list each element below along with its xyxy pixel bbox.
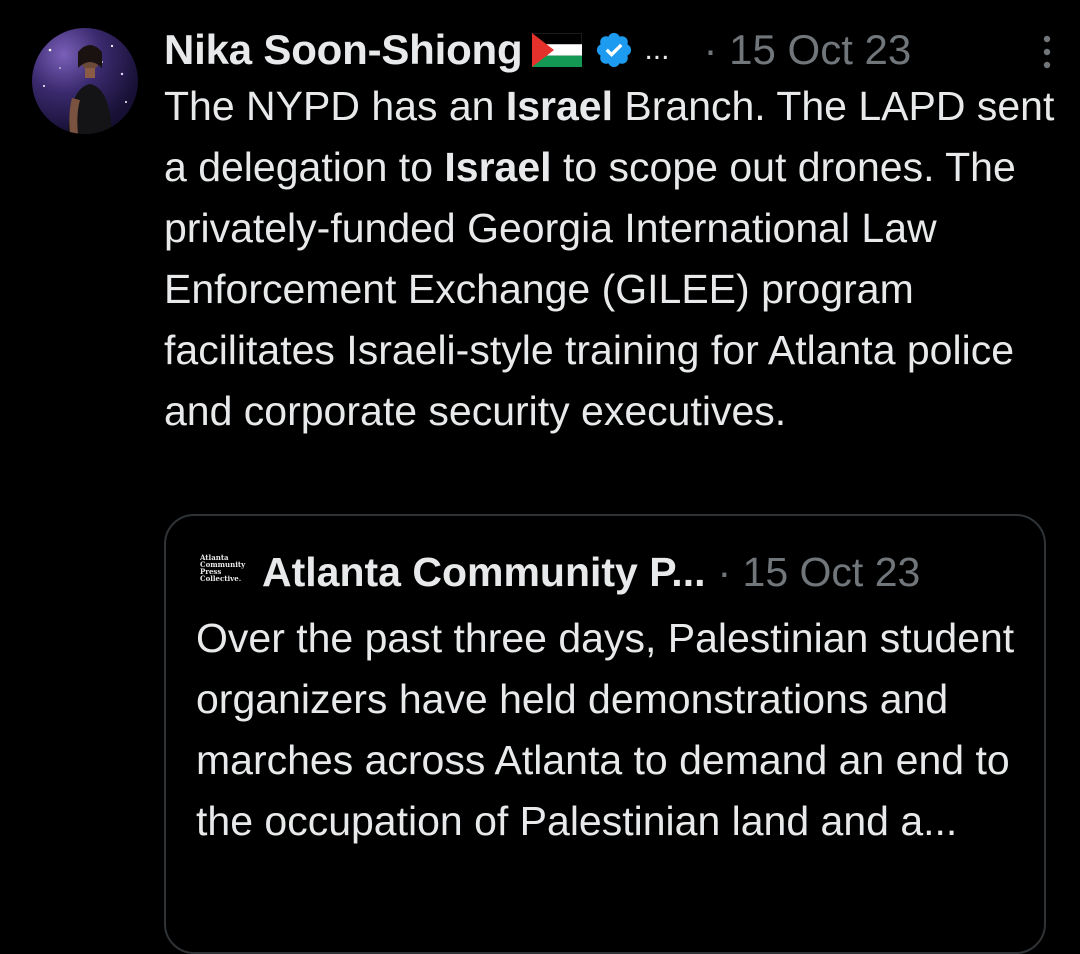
quote-text: Over the past three days, Palestinian st… bbox=[196, 615, 1015, 844]
quote-author-logo[interactable]: Atlanta Community Press Collective. bbox=[200, 554, 245, 590]
more-vertical-icon[interactable] bbox=[1040, 34, 1054, 70]
tweet-text: The NYPD has an Israel Branch. The LAPD … bbox=[164, 76, 1064, 442]
palestine-flag-icon bbox=[532, 32, 583, 67]
avatar-image bbox=[43, 44, 127, 134]
tweet-timestamp[interactable]: · 15 Oct 23 bbox=[703, 26, 911, 74]
author-display-name[interactable]: Nika Soon-Shiong bbox=[164, 26, 523, 74]
quoted-tweet-card[interactable]: Atlanta Community Press Collective. Atla… bbox=[164, 514, 1046, 954]
tweet-container[interactable]: Nika Soon-Shiong ... · 15 Oct 23 The NYP… bbox=[0, 0, 1080, 954]
tweet-text-part: The NYPD has an bbox=[164, 83, 506, 129]
verified-badge-icon[interactable] bbox=[594, 30, 634, 70]
avatar[interactable] bbox=[32, 28, 138, 134]
tweet-text-bold: Israel bbox=[444, 144, 552, 190]
tweet-text-bold: Israel bbox=[505, 83, 613, 129]
quote-timestamp[interactable]: · 15 Oct 23 bbox=[717, 549, 920, 596]
quoted-tweet-header: Atlanta Community Press Collective. Atla… bbox=[200, 546, 920, 598]
author-name-overflow: ... bbox=[644, 33, 670, 66]
tweet-header: Nika Soon-Shiong ... · 15 Oct 23 bbox=[164, 22, 1054, 78]
quote-author-name[interactable]: Atlanta Community P... bbox=[262, 549, 705, 596]
